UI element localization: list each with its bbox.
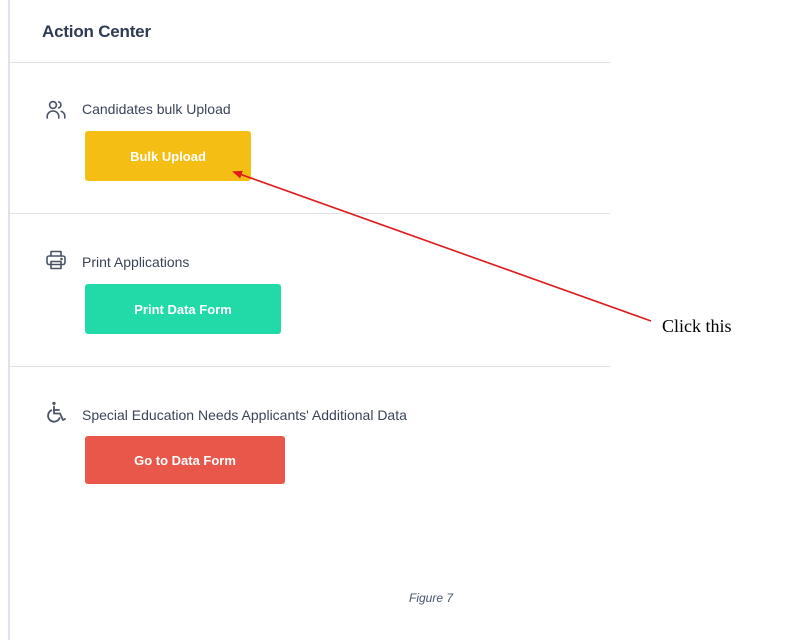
wheelchair-icon [44,400,68,424]
panel-title: Action Center [42,22,151,41]
action-center-panel: Action Center Candidates bulk Upload Bul… [10,0,610,640]
bulk-upload-button[interactable]: Bulk Upload [85,131,251,181]
section-label: Candidates bulk Upload [82,101,231,117]
divider [10,62,610,63]
section-label: Special Education Needs Applicants' Addi… [82,407,407,423]
divider [10,366,610,367]
go-to-data-form-button[interactable]: Go to Data Form [85,436,285,484]
figure-caption: Figure 7 [408,591,454,605]
print-data-form-button[interactable]: Print Data Form [85,284,281,334]
annotation-text: Click this [662,316,732,336]
divider [10,213,610,214]
section-label: Print Applications [82,254,190,270]
users-icon [44,97,68,121]
printer-icon [44,248,68,272]
